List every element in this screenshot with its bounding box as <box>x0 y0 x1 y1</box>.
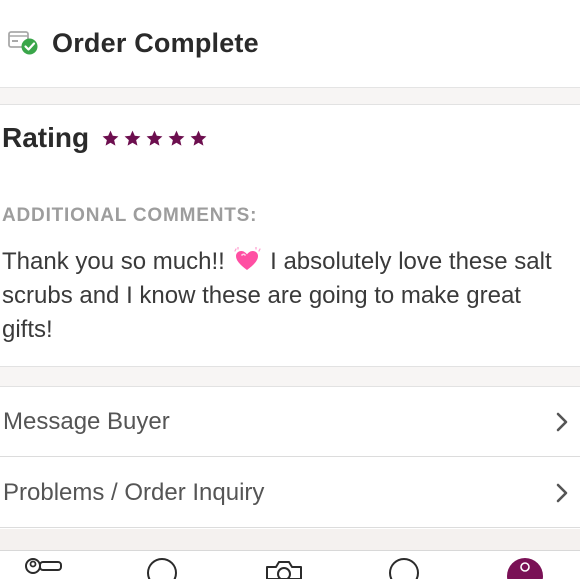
comment-body: Thank you so much!! I absolutely love th… <box>2 245 572 347</box>
star-icon <box>102 130 119 146</box>
section-divider <box>0 529 580 551</box>
search-icon[interactable] <box>145 557 179 579</box>
star-rating <box>101 129 208 148</box>
section-divider <box>0 88 580 105</box>
star-icon <box>190 130 207 146</box>
bottom-tab-bar <box>0 551 580 579</box>
people-tag-icon[interactable] <box>22 557 64 579</box>
package-check-icon <box>6 27 40 61</box>
camera-icon[interactable] <box>264 557 304 579</box>
comments-heading: ADDITIONAL COMMENTS: <box>2 205 258 226</box>
star-icon <box>124 130 141 146</box>
chat-icon[interactable] <box>387 557 421 579</box>
order-inquiry-row[interactable]: Problems / Order Inquiry <box>0 458 580 528</box>
message-buyer-label: Message Buyer <box>3 407 170 435</box>
chevron-right-icon <box>556 483 568 502</box>
order-inquiry-label: Problems / Order Inquiry <box>3 478 265 506</box>
rating-label: Rating <box>2 122 90 153</box>
comment-text-part: Thank you so much!! <box>2 248 225 275</box>
star-icon <box>146 130 163 146</box>
message-buyer-row[interactable]: Message Buyer <box>0 387 580 457</box>
order-detail-screen: Order Complete Rating ADDITIONAL COMMENT… <box>0 0 580 579</box>
sparkling-heart-icon <box>233 246 262 273</box>
star-icon <box>168 130 185 146</box>
chevron-right-icon <box>556 412 568 431</box>
profile-icon[interactable] <box>506 557 544 579</box>
page-title: Order Complete <box>52 28 259 58</box>
order-status-header: Order Complete <box>0 0 580 88</box>
rating-row: Rating <box>2 122 208 154</box>
section-divider <box>0 366 580 387</box>
